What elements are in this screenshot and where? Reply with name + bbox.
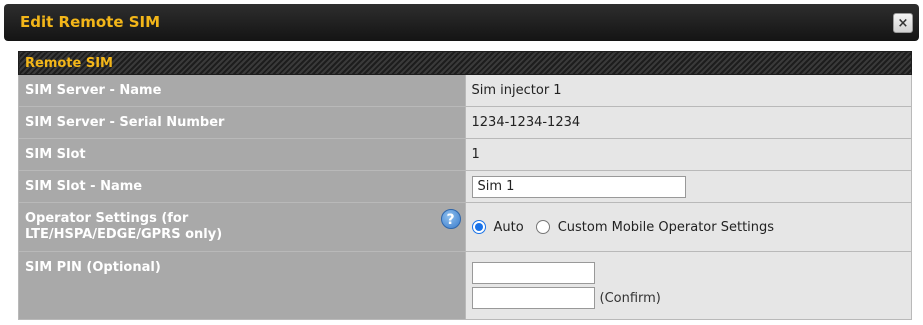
- operator-settings-cell: Auto Custom Mobile Operator Settings: [464, 202, 912, 252]
- sim-server-name-value: Sim injector 1: [464, 74, 912, 107]
- operator-settings-label-line1: Operator Settings (for: [25, 211, 189, 226]
- row-sim-slot-name: SIM Slot - Name: [18, 170, 912, 203]
- sim-pin-confirm-input[interactable]: [471, 287, 595, 309]
- section-header: Remote SIM: [18, 51, 912, 75]
- radio-auto-label[interactable]: Auto: [494, 220, 524, 235]
- row-sim-server-serial: SIM Server - Serial Number 1234-1234-123…: [18, 106, 912, 139]
- help-icon[interactable]: ?: [440, 209, 461, 229]
- edit-remote-sim-dialog: Edit Remote SIM × Remote SIM SIM Server …: [0, 0, 923, 325]
- sim-pin-input[interactable]: [471, 262, 595, 284]
- operator-radio-group: Auto Custom Mobile Operator Settings: [471, 220, 906, 235]
- dialog-title: Edit Remote SIM: [20, 13, 161, 31]
- operator-settings-label-cell: Operator Settings (for LTE/HSPA/EDGE/GPR…: [18, 202, 466, 252]
- sim-slot-value: 1: [464, 138, 912, 171]
- sim-server-serial-label: SIM Server - Serial Number: [18, 106, 466, 139]
- sim-slot-name-cell: [464, 170, 912, 203]
- close-button[interactable]: ×: [893, 13, 913, 33]
- row-sim-pin: SIM PIN (Optional) (Confirm): [18, 251, 912, 320]
- row-sim-slot: SIM Slot 1: [18, 138, 912, 171]
- section-title: Remote SIM: [18, 51, 912, 75]
- sim-server-serial-value: 1234-1234-1234: [464, 106, 912, 139]
- operator-settings-label: Operator Settings (for LTE/HSPA/EDGE/GPR…: [25, 209, 461, 243]
- sim-pin-cell: (Confirm): [464, 251, 912, 320]
- radio-custom-operator[interactable]: [535, 220, 550, 234]
- dialog-titlebar: Edit Remote SIM ×: [4, 4, 919, 41]
- sim-slot-name-input[interactable]: [471, 175, 686, 198]
- sim-slot-name-label: SIM Slot - Name: [18, 170, 466, 203]
- sim-pin-label: SIM PIN (Optional): [18, 251, 466, 320]
- sim-pin-confirm-label: (Confirm): [599, 290, 661, 306]
- remote-sim-form: Remote SIM SIM Server - Name Sim injecto…: [18, 51, 912, 320]
- radio-custom-operator-label[interactable]: Custom Mobile Operator Settings: [558, 220, 774, 235]
- sim-server-name-label: SIM Server - Name: [18, 74, 466, 107]
- sim-slot-label: SIM Slot: [18, 138, 466, 171]
- sim-pin-line: [471, 262, 906, 284]
- row-operator-settings: Operator Settings (for LTE/HSPA/EDGE/GPR…: [18, 202, 912, 252]
- row-sim-server-name: SIM Server - Name Sim injector 1: [18, 74, 912, 107]
- sim-pin-confirm-line: (Confirm): [471, 287, 906, 309]
- close-icon: ×: [897, 15, 909, 31]
- operator-settings-label-line2: LTE/HSPA/EDGE/GPRS only): [25, 227, 223, 242]
- radio-auto[interactable]: [471, 220, 486, 234]
